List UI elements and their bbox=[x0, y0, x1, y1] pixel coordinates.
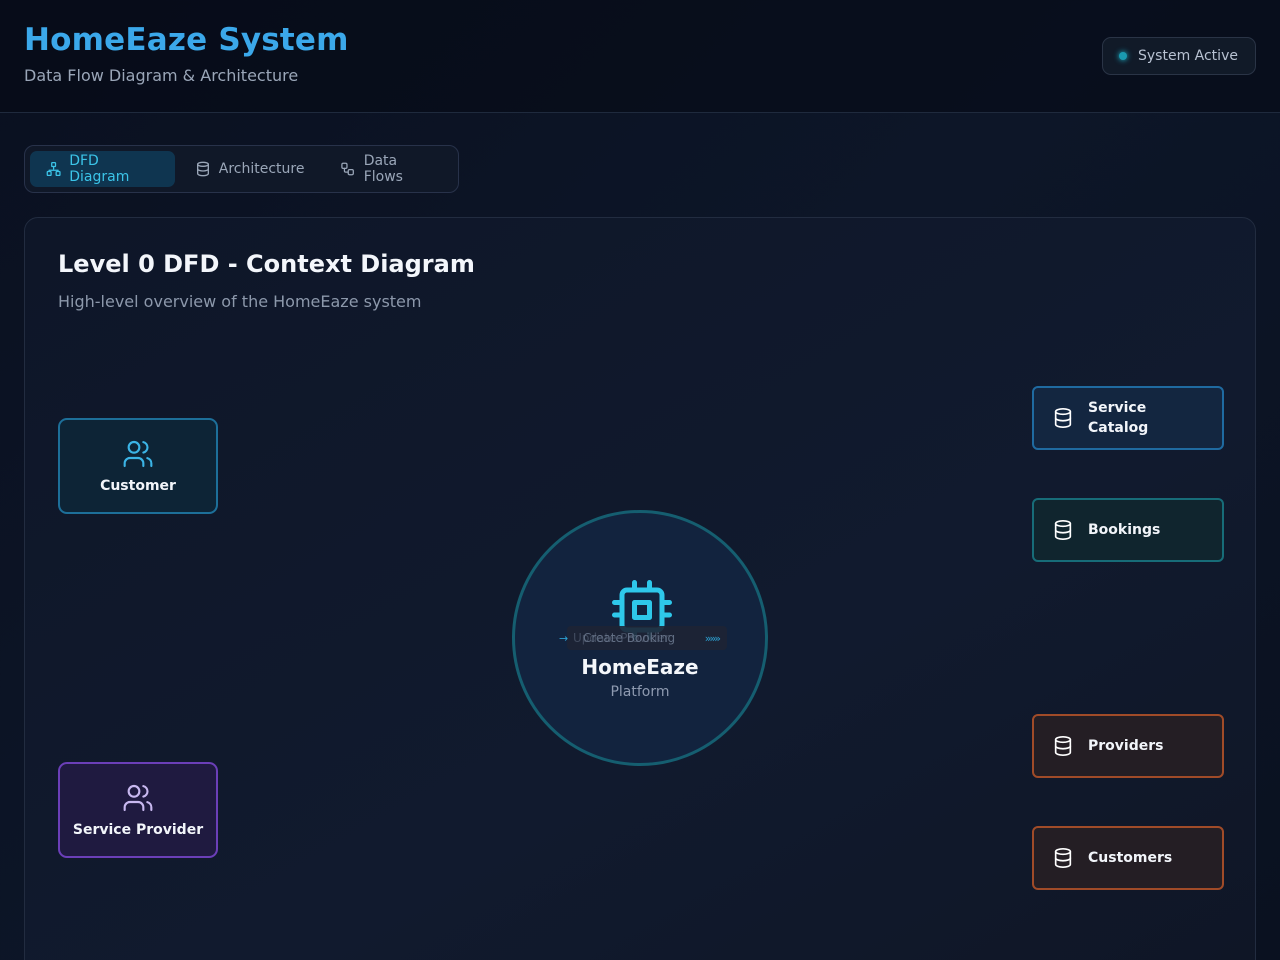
status-label: System Active bbox=[1138, 48, 1238, 64]
process-title: HomeEaze bbox=[581, 655, 699, 679]
datastore-label: Providers bbox=[1088, 738, 1164, 754]
datastore-label: Customers bbox=[1088, 850, 1173, 866]
database-icon bbox=[1054, 848, 1072, 868]
datastore-bookings[interactable]: Bookings bbox=[1032, 498, 1224, 562]
flow-label: → Update Provider Create Booking »»» bbox=[559, 626, 727, 650]
diagram-subtitle: High-level overview of the HomeEaze syst… bbox=[58, 292, 422, 311]
entity-customer[interactable]: Customer bbox=[58, 418, 218, 514]
users-icon bbox=[123, 784, 153, 812]
tab-architecture[interactable]: Architecture bbox=[179, 151, 321, 187]
entity-service-provider[interactable]: Service Provider bbox=[58, 762, 218, 858]
database-icon bbox=[196, 161, 209, 177]
diagram-panel: Level 0 DFD - Context Diagram High-level… bbox=[24, 217, 1256, 960]
app-header: HomeEaze System Data Flow Diagram & Arch… bbox=[0, 0, 1280, 113]
tab-data-flows[interactable]: Data Flows bbox=[324, 151, 453, 187]
view-tabs: DFD Diagram Architecture Data Flows bbox=[24, 145, 459, 193]
tab-label: Data Flows bbox=[363, 153, 403, 185]
workflow-icon bbox=[341, 162, 355, 176]
datastore-label: Service Catalog bbox=[1088, 400, 1149, 436]
tab-dfd-diagram[interactable]: DFD Diagram bbox=[30, 151, 175, 187]
database-icon bbox=[1054, 520, 1072, 540]
flow-label-text: Create Booking bbox=[583, 631, 676, 645]
app-subtitle: Data Flow Diagram & Architecture bbox=[24, 66, 299, 85]
datastore-providers[interactable]: Providers bbox=[1032, 714, 1224, 778]
datastore-customers[interactable]: Customers bbox=[1032, 826, 1224, 890]
users-icon bbox=[123, 440, 153, 468]
diagram-title: Level 0 DFD - Context Diagram bbox=[58, 250, 475, 278]
process-homeeaze-platform[interactable]: → Update Provider Create Booking »»» Hom… bbox=[512, 510, 768, 766]
database-icon bbox=[1054, 408, 1072, 428]
process-subtitle: Platform bbox=[610, 684, 670, 700]
arrow-right-icon: »»» bbox=[704, 631, 721, 645]
database-icon bbox=[1054, 736, 1072, 756]
app-title: HomeEaze System bbox=[24, 22, 349, 58]
status-dot-icon bbox=[1119, 52, 1127, 60]
entity-label: Customer bbox=[100, 478, 176, 494]
status-badge: System Active bbox=[1102, 37, 1256, 75]
tab-label: Architecture bbox=[218, 161, 305, 177]
arrow-left-icon: → bbox=[559, 631, 569, 645]
datastore-service-catalog[interactable]: Service Catalog bbox=[1032, 386, 1224, 450]
entity-label: Service Provider bbox=[72, 822, 204, 838]
datastore-label: Bookings bbox=[1088, 522, 1161, 538]
sitemap-icon bbox=[46, 162, 61, 176]
tab-label: DFD Diagram bbox=[69, 153, 130, 185]
